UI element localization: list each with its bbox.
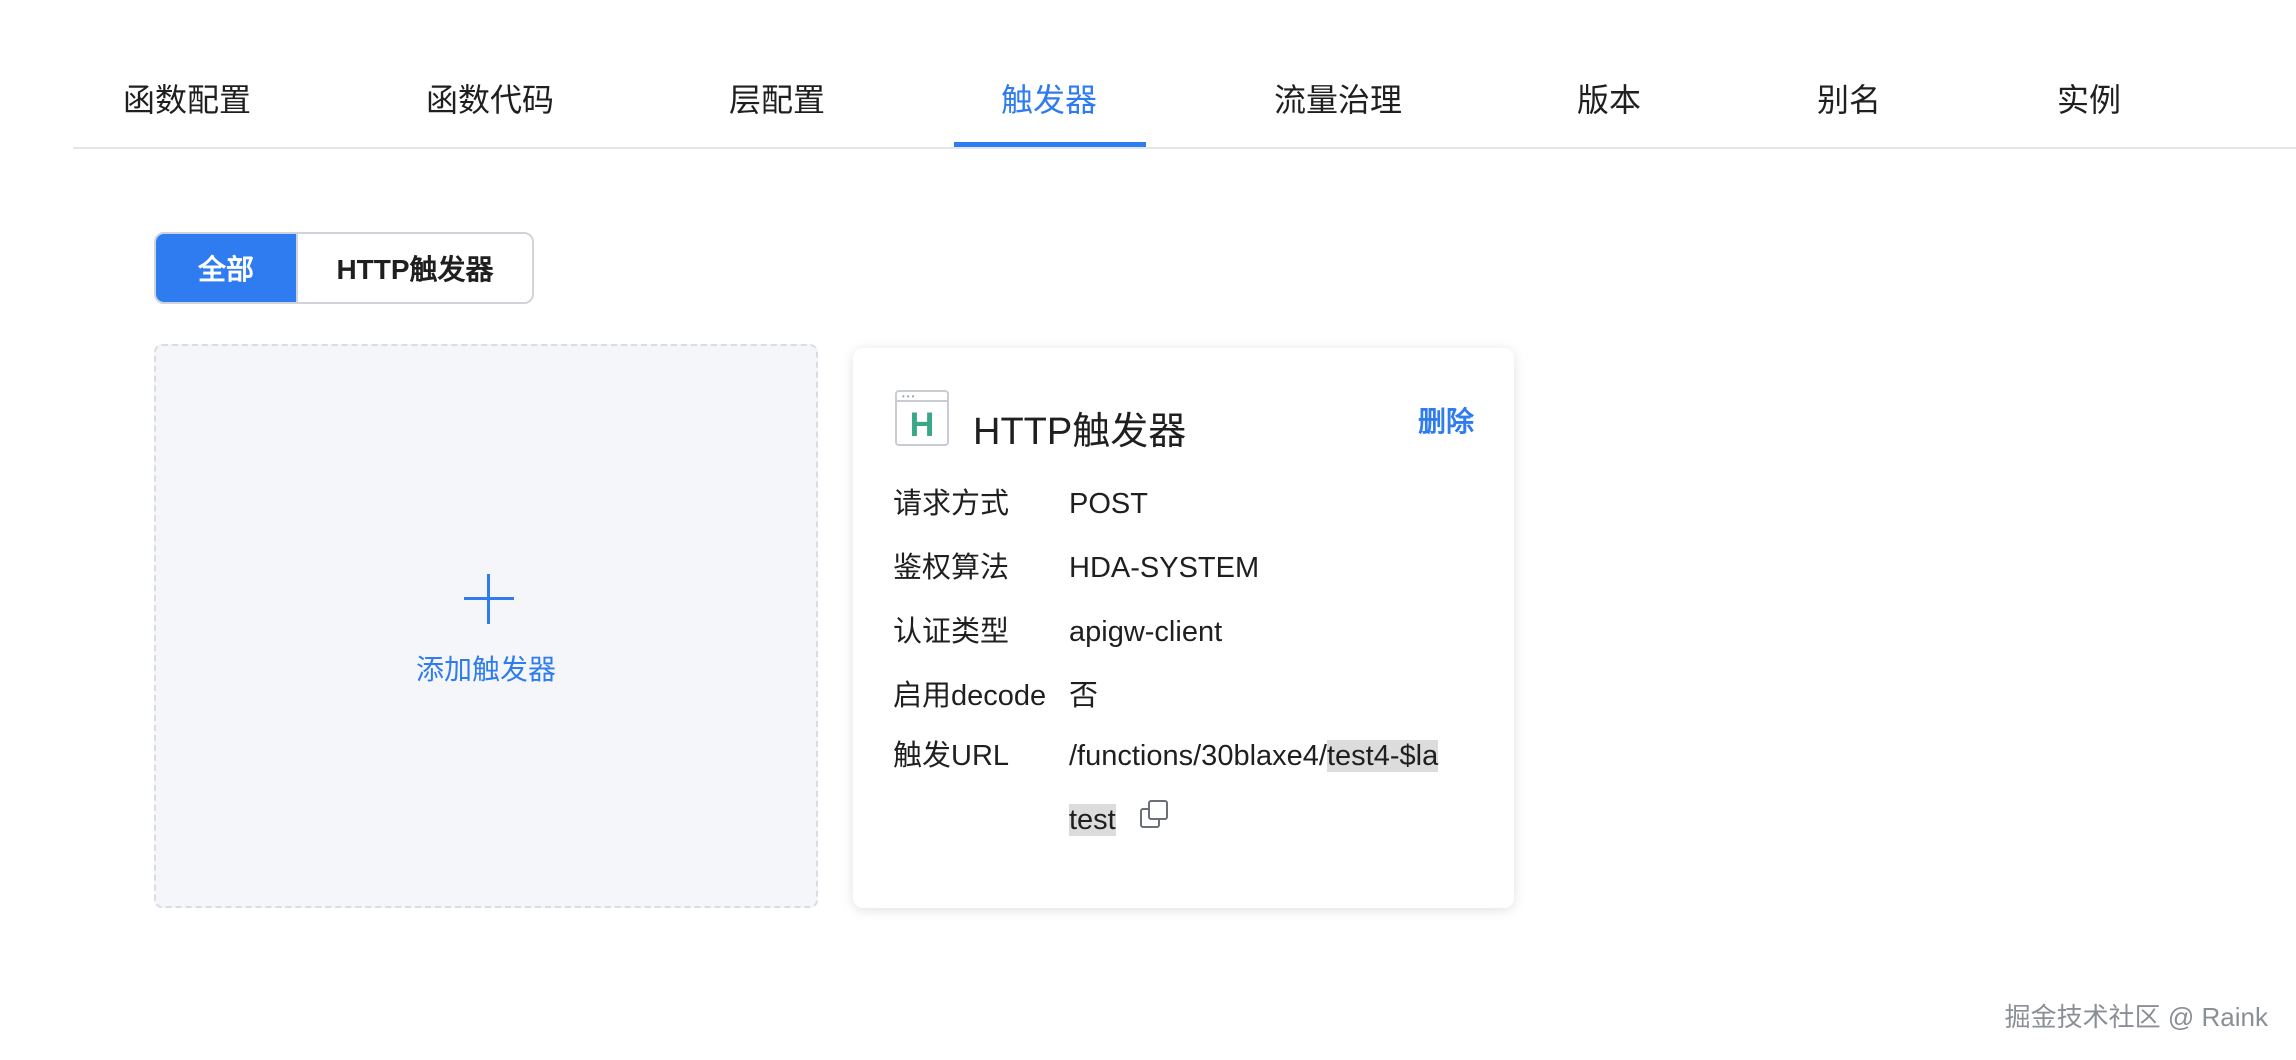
delete-button[interactable]: 删除 (1418, 400, 1474, 440)
tab-function-config[interactable]: 函数配置 (123, 78, 251, 122)
http-trigger-icon: ••• H (895, 390, 949, 446)
field-value: apigw-client (1069, 616, 1223, 648)
trigger-title: HTTP触发器 (973, 411, 1187, 453)
field-value: 否 (1069, 680, 1099, 712)
tab-function-code[interactable]: 函数代码 (426, 78, 554, 122)
tab-layer-config[interactable]: 层配置 (729, 78, 825, 122)
tab-bar: 函数配置 函数代码 层配置 触发器 流量治理 版本 别名 实例 (73, 0, 2296, 149)
filter-all-button[interactable]: 全部 (156, 234, 296, 302)
field-label: 请求方式 (893, 488, 1010, 520)
field-label: 认证类型 (893, 616, 1010, 648)
trigger-url-value-cont: test (1069, 804, 1116, 836)
tab-traffic-governance[interactable]: 流量治理 (1274, 78, 1402, 122)
field-label: 触发URL (893, 740, 1010, 772)
field-label: 启用decode (893, 680, 1047, 712)
trigger-type-filter: 全部 HTTP触发器 (154, 232, 534, 304)
copy-icon[interactable] (1140, 800, 1170, 830)
field-value: HDA-SYSTEM (1069, 552, 1260, 584)
add-trigger-label: 添加触发器 (415, 654, 556, 685)
tab-aliases[interactable]: 别名 (1817, 78, 1881, 122)
field-value: POST (1069, 488, 1148, 520)
http-trigger-card: ••• H HTTP触发器 删除 请求方式 POST 鉴权算法 HDA-SYST… (853, 348, 1514, 908)
trigger-url-value: /functions/30blaxe4/test4-$la (1069, 740, 1439, 772)
plus-icon (464, 574, 514, 624)
tab-instances[interactable]: 实例 (2057, 78, 2121, 122)
tab-triggers[interactable]: 触发器 (1001, 78, 1097, 122)
field-label: 鉴权算法 (893, 552, 1010, 584)
watermark: 掘金技术社区 @ Raink (2004, 1002, 2268, 1032)
active-tab-indicator (954, 142, 1146, 147)
add-trigger-card[interactable]: 添加触发器 (154, 344, 818, 908)
tab-versions[interactable]: 版本 (1577, 78, 1641, 122)
filter-http-button[interactable]: HTTP触发器 (296, 234, 532, 302)
